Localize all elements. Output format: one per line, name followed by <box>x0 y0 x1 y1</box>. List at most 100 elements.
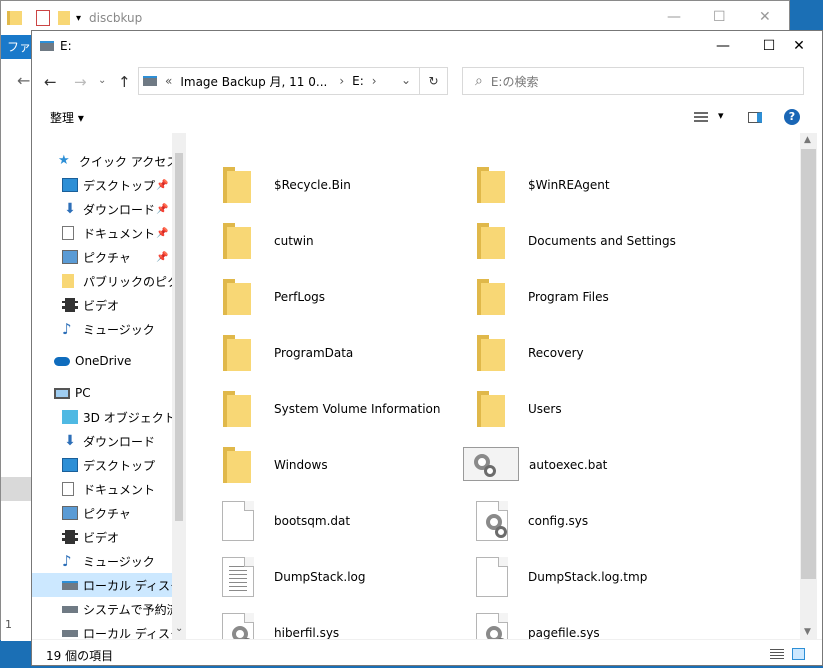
folder-icon <box>467 161 515 209</box>
file-item[interactable]: autoexec.bat <box>463 437 717 493</box>
breadcrumb-separator[interactable]: › <box>372 74 377 88</box>
file-item[interactable]: DumpStack.log.tmp <box>467 549 721 605</box>
qa-dropdown-icon[interactable]: ▾ <box>76 13 81 24</box>
nav-scroll-down-icon[interactable]: ⌄ <box>175 623 183 634</box>
sidebar-item-pc-downloads[interactable]: ⬇ ダウンロード <box>32 429 186 453</box>
pictures-icon <box>62 250 78 264</box>
sidebar-item-quick-access[interactable]: ★ クイック アクセス <box>32 149 186 173</box>
recent-dropdown-icon[interactable]: ⌄ <box>98 75 106 86</box>
properties-check-icon[interactable] <box>36 10 50 26</box>
file-item[interactable]: cutwin <box>213 213 467 269</box>
close-button[interactable]: ✕ <box>776 31 822 61</box>
minimize-button[interactable]: — <box>700 31 746 61</box>
sidebar-item-pc-music[interactable]: ♪ ミュージック <box>32 549 186 573</box>
search-icon: ⌕ <box>475 73 483 89</box>
folder-icon <box>62 274 74 288</box>
bg-maximize-button[interactable]: ☐ <box>713 9 726 25</box>
file-item[interactable]: System Volume Information <box>213 381 467 437</box>
sidebar-item-desktop[interactable]: デスクトップ 📌 <box>32 173 186 197</box>
sidebar-item-local-disk-c[interactable]: ローカル ディスク (C <box>32 573 186 597</box>
sidebar-item-pc-documents[interactable]: ドキュメント <box>32 477 186 501</box>
nav-pane-scroll-thumb[interactable] <box>175 153 183 521</box>
scroll-down-arrow-icon[interactable]: ▼ <box>804 627 811 637</box>
folder-icon <box>7 11 22 25</box>
bg-minimize-button[interactable]: — <box>667 9 681 25</box>
folder-icon <box>213 273 261 321</box>
system-file-icon <box>467 609 515 639</box>
sidebar-item-pc[interactable]: PC <box>32 381 186 405</box>
file-item[interactable]: Program Files <box>467 269 721 325</box>
view-dropdown-icon[interactable]: ▾ <box>718 109 724 122</box>
content-scroll-thumb[interactable] <box>801 149 816 579</box>
search-box[interactable]: ⌕ E:の検索 <box>462 67 804 95</box>
sidebar-item-3d-objects[interactable]: 3D オブジェクト <box>32 405 186 429</box>
desktop-icon <box>62 458 78 472</box>
sidebar-item-music[interactable]: ♪ ミュージック <box>32 317 186 341</box>
forward-button[interactable]: → <box>74 73 87 91</box>
item-count: 19 個の項目 <box>46 649 114 663</box>
help-button[interactable]: ? <box>784 109 800 125</box>
cube-icon <box>62 410 78 424</box>
refresh-button[interactable]: ↻ <box>420 67 448 95</box>
pin-icon: 📌 <box>156 179 169 191</box>
scroll-up-arrow-icon[interactable]: ▲ <box>804 135 811 145</box>
status-bar: 19 個の項目 <box>32 639 822 668</box>
drive-icon <box>143 76 157 86</box>
file-item[interactable]: Windows <box>213 437 467 493</box>
file-item[interactable]: ProgramData <box>213 325 467 381</box>
sidebar-item-onedrive[interactable]: OneDrive <box>32 349 186 373</box>
folder-icon <box>467 329 515 377</box>
file-item[interactable]: bootsqm.dat <box>213 493 467 549</box>
file-item[interactable]: PerfLogs <box>213 269 467 325</box>
sidebar-item-pc-desktop[interactable]: デスクトップ <box>32 453 186 477</box>
system-file-icon <box>467 497 515 545</box>
star-icon: ★ <box>58 153 70 168</box>
sidebar-item-system-reserved[interactable]: システムで予約済み <box>32 597 186 621</box>
pictures-icon <box>62 506 78 520</box>
details-view-icon[interactable] <box>770 649 784 660</box>
file-item[interactable]: pagefile.sys <box>467 605 721 639</box>
download-arrow-icon: ⬇ <box>64 201 76 217</box>
drive-icon <box>62 580 78 590</box>
bg-left-area <box>1 59 33 641</box>
breadcrumb-drive-e[interactable]: E: <box>352 74 364 88</box>
sidebar-item-public-pictures[interactable]: パブリックのピクチャ <box>32 269 186 293</box>
sidebar-item-videos[interactable]: ビデオ <box>32 293 186 317</box>
file-item[interactable]: Recovery <box>467 325 721 381</box>
music-note-icon: ♪ <box>62 552 72 570</box>
sidebar-item-local-disk-e[interactable]: ローカル ディスク (E <box>32 621 186 639</box>
sidebar-item-pc-videos[interactable]: ビデオ <box>32 525 186 549</box>
file-item[interactable]: hiberfil.sys <box>213 605 467 639</box>
sidebar-item-downloads[interactable]: ⬇ ダウンロード 📌 <box>32 197 186 221</box>
breadcrumb-overflow[interactable]: « <box>165 74 172 88</box>
desktop-icon <box>62 178 78 192</box>
back-button[interactable]: ← <box>44 73 57 91</box>
file-item[interactable]: config.sys <box>467 493 721 549</box>
file-item[interactable]: $Recycle.Bin <box>213 157 467 213</box>
title-bar: E: — ☐ ✕ <box>32 31 822 61</box>
bg-close-button[interactable]: ✕ <box>759 9 771 25</box>
file-item[interactable]: $WinREAgent <box>467 157 721 213</box>
pin-icon: 📌 <box>156 251 169 263</box>
large-icons-view-icon[interactable] <box>792 648 805 660</box>
file-list: $Recycle.Bin $WinREAgent cutwin Document… <box>187 133 799 639</box>
pin-icon: 📌 <box>156 227 169 239</box>
breadcrumb-image-backup[interactable]: Image Backup 月, 11 0... <box>180 73 327 90</box>
sidebar-item-pc-pictures[interactable]: ピクチャ <box>32 501 186 525</box>
sidebar-item-documents[interactable]: ドキュメント 📌 <box>32 221 186 245</box>
background-window-title: discbkup <box>89 11 143 25</box>
file-item[interactable]: DumpStack.log <box>213 549 467 605</box>
address-bar[interactable]: « Image Backup 月, 11 0... › E: › ⌄ <box>138 67 420 95</box>
file-item[interactable]: Users <box>467 381 721 437</box>
breadcrumb-separator[interactable]: › <box>339 74 344 88</box>
bg-back-arrow-icon[interactable]: ← <box>17 71 30 90</box>
organize-menu-button[interactable]: 整理 ▾ <box>50 109 84 126</box>
document-icon <box>62 482 74 496</box>
file-item[interactable]: Documents and Settings <box>467 213 721 269</box>
change-view-icon[interactable] <box>694 112 708 124</box>
preview-pane-icon[interactable] <box>748 112 762 123</box>
sidebar-item-pictures[interactable]: ピクチャ 📌 <box>32 245 186 269</box>
address-dropdown-icon[interactable]: ⌄ <box>401 73 411 87</box>
new-folder-icon[interactable] <box>58 11 70 25</box>
up-button[interactable]: ↑ <box>118 73 131 91</box>
